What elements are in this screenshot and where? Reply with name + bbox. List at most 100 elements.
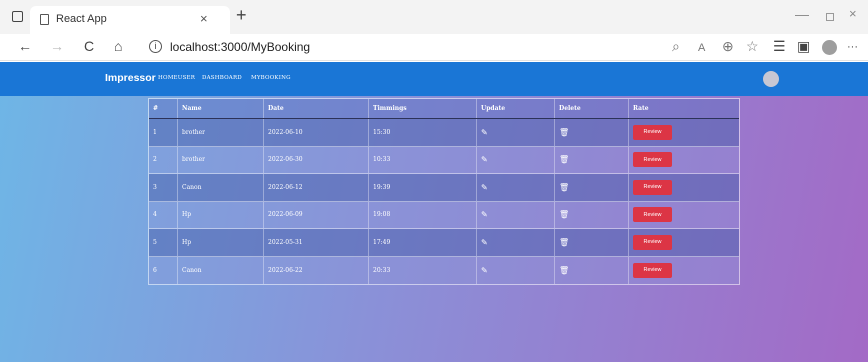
row-date: 2022-06-22	[263, 256, 368, 284]
site-info-icon[interactable]: i	[149, 40, 162, 53]
trash-icon[interactable]: 🗑	[559, 266, 569, 275]
new-tab-button[interactable]: +	[236, 6, 247, 24]
edit-icon[interactable]: ✎	[481, 210, 488, 219]
address-bar[interactable]: localhost:3000/MyBooking	[170, 40, 310, 54]
update-cell: ✎	[476, 119, 554, 146]
search-icon[interactable]: ⌕	[672, 38, 680, 54]
browser-tab[interactable]: React App ×	[30, 6, 230, 34]
row-number: 4	[153, 211, 157, 219]
header-number: #	[153, 105, 159, 112]
row-name: Canon	[177, 174, 263, 201]
read-aloud-icon[interactable]: A	[698, 40, 705, 56]
nav-link-dashboard[interactable]: DASHBOARD	[202, 75, 242, 81]
row-date: 2022-06-09	[263, 201, 368, 228]
row-number: 5	[153, 238, 157, 246]
more-menu-icon[interactable]: ···	[847, 39, 858, 55]
row-time: 10:33	[368, 146, 476, 173]
table-row: 6 Canon 2022-06-22 20:33 ✎ 🗑 Review	[149, 256, 741, 284]
review-button[interactable]: Review	[633, 124, 672, 140]
tab-title: React App	[56, 13, 107, 25]
reload-icon[interactable]: C	[84, 38, 94, 54]
trash-icon[interactable]: 🗑	[559, 238, 569, 247]
nav-link-mybooking[interactable]: MYBOOKING	[251, 75, 291, 81]
edit-icon[interactable]: ✎	[481, 155, 488, 164]
row-date: 2022-06-12	[263, 174, 368, 201]
review-button[interactable]: Review	[633, 234, 672, 250]
rate-cell: Review	[628, 174, 741, 201]
page-favicon-icon	[40, 14, 49, 25]
profile-avatar[interactable]	[822, 40, 837, 55]
row-name: Hp	[177, 201, 263, 228]
update-cell: ✎	[476, 201, 554, 228]
row-time: 20:33	[368, 256, 476, 284]
row-time: 17:49	[368, 229, 476, 256]
window-maximize-button[interactable]	[826, 13, 834, 21]
browser-toolbar: ← → C ⌂ i localhost:3000/MyBooking ⌕ A ⊕…	[0, 34, 868, 61]
row-name: brother	[177, 146, 263, 173]
row-number: 3	[153, 183, 157, 191]
row-number: 2	[153, 156, 157, 164]
browser-tab-strip: React App × + — ×	[0, 0, 868, 34]
window-minimize-button[interactable]: —	[795, 6, 809, 22]
table-row: 5 Hp 2022-05-31 17:49 ✎ 🗑 Review	[149, 229, 739, 257]
home-icon[interactable]: ⌂	[114, 38, 122, 54]
tab-actions-icon[interactable]	[12, 11, 23, 22]
row-number: 1	[153, 128, 157, 136]
forward-icon[interactable]: →	[50, 38, 64, 54]
row-date: 2022-06-10	[263, 119, 368, 146]
collections-icon[interactable]: ▣	[797, 38, 810, 54]
edit-icon[interactable]: ✎	[481, 266, 488, 275]
row-number: 6	[153, 266, 157, 274]
row-date: 2022-06-30	[263, 146, 368, 173]
page-background: Impressor HOMEUSER DASHBOARD MYBOOKING #…	[0, 62, 868, 362]
update-cell: ✎	[476, 229, 554, 256]
table-row: 4 Hp 2022-06-09 19:08 ✎ 🗑 Review	[149, 201, 739, 229]
favorite-star-icon[interactable]: ☆	[746, 38, 759, 54]
delete-cell: 🗑	[554, 256, 628, 284]
edit-icon[interactable]: ✎	[481, 128, 488, 137]
table-header-row: # Name Date Timmings Update Delete Rate	[149, 99, 739, 119]
zoom-icon[interactable]: ⊕	[722, 38, 734, 54]
row-name: Canon	[177, 256, 263, 284]
delete-cell: 🗑	[554, 146, 628, 173]
app-navbar: Impressor HOMEUSER DASHBOARD MYBOOKING	[0, 62, 868, 96]
update-cell: ✎	[476, 256, 554, 284]
row-time: 19:39	[368, 174, 476, 201]
row-date: 2022-05-31	[263, 229, 368, 256]
delete-cell: 🗑	[554, 174, 628, 201]
edit-icon[interactable]: ✎	[481, 238, 488, 247]
header-rate: Rate	[628, 99, 741, 118]
back-icon[interactable]: ←	[18, 38, 32, 54]
review-button[interactable]: Review	[633, 262, 672, 278]
row-time: 19:08	[368, 201, 476, 228]
window-close-button[interactable]: ×	[849, 6, 857, 21]
row-name: brother	[177, 119, 263, 146]
review-button[interactable]: Review	[633, 152, 672, 168]
delete-cell: 🗑	[554, 229, 628, 256]
nav-link-homeuser[interactable]: HOMEUSER	[158, 75, 195, 81]
trash-icon[interactable]: 🗑	[559, 155, 569, 164]
delete-cell: 🗑	[554, 201, 628, 228]
trash-icon[interactable]: 🗑	[559, 128, 569, 137]
update-cell: ✎	[476, 174, 554, 201]
update-cell: ✎	[476, 146, 554, 173]
rate-cell: Review	[628, 119, 741, 146]
edit-icon[interactable]: ✎	[481, 183, 488, 192]
rate-cell: Review	[628, 256, 741, 284]
review-button[interactable]: Review	[633, 179, 672, 195]
tab-close-icon[interactable]: ×	[200, 11, 208, 26]
trash-icon[interactable]: 🗑	[559, 210, 569, 219]
brand-logo[interactable]: Impressor	[105, 72, 156, 84]
table-row: 1 brother 2022-06-10 15:30 ✎ 🗑 Review	[149, 119, 739, 147]
review-button[interactable]: Review	[633, 207, 672, 223]
favorites-icon[interactable]: ☰	[773, 38, 786, 54]
trash-icon[interactable]: 🗑	[559, 183, 569, 192]
bookings-table: # Name Date Timmings Update Delete Rate …	[148, 98, 740, 285]
user-avatar[interactable]	[763, 71, 779, 87]
rate-cell: Review	[628, 229, 741, 256]
row-name: Hp	[177, 229, 263, 256]
delete-cell: 🗑	[554, 119, 628, 146]
header-date: Date	[263, 99, 368, 118]
header-timings: Timmings	[368, 99, 476, 118]
table-row: 3 Canon 2022-06-12 19:39 ✎ 🗑 Review	[149, 174, 739, 202]
